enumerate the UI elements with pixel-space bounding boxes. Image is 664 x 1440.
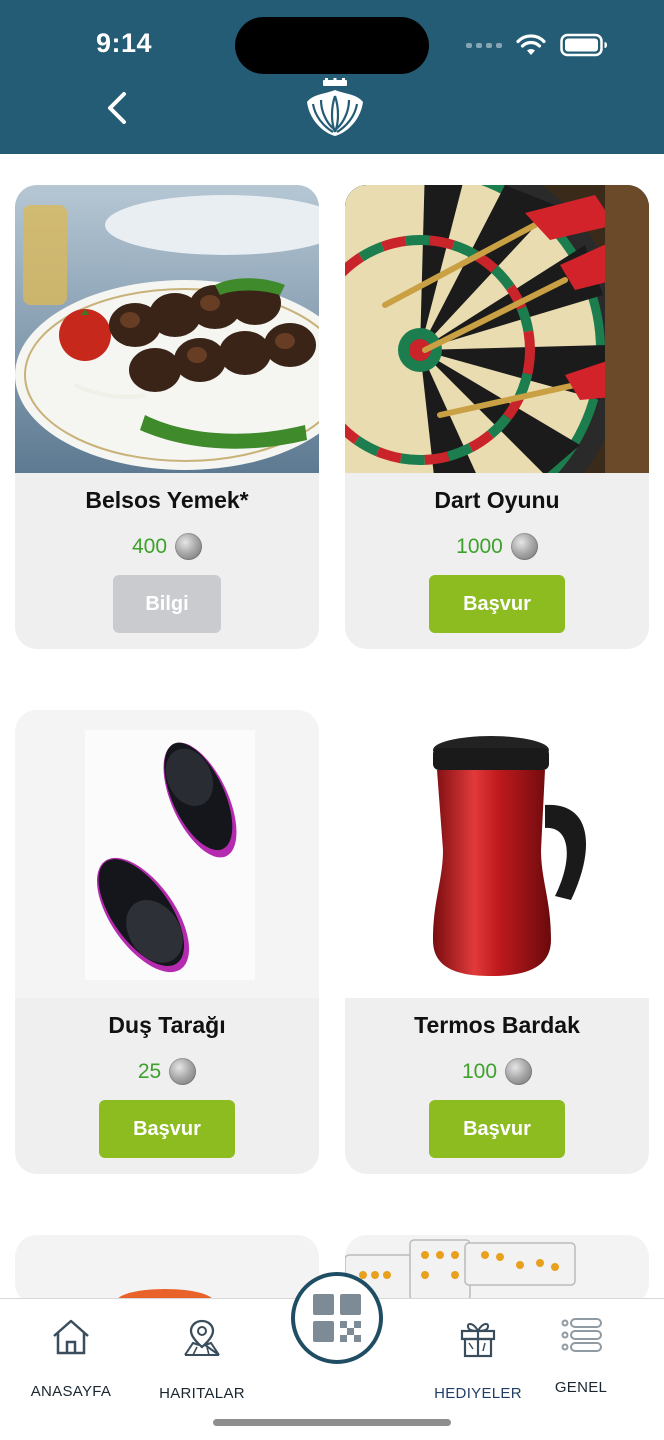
product-title: Duş Tarağı	[108, 1012, 226, 1038]
nav-item-home[interactable]: ANASAYFA	[6, 1317, 136, 1400]
list-icon	[561, 1318, 602, 1352]
product-card[interactable]: Belsos Yemek* 400 Bilgi	[15, 185, 319, 649]
dominoes-image	[345, 1239, 576, 1305]
coin-icon	[169, 1058, 197, 1085]
city-emblem-icon	[307, 78, 363, 136]
home-indicator	[213, 1419, 451, 1426]
gift-icon	[460, 1323, 496, 1358]
status-time: 9:14	[96, 28, 153, 58]
dynamic-island	[235, 17, 429, 74]
home-icon	[53, 1319, 89, 1355]
kebab-plate-image	[15, 185, 319, 473]
apply-button[interactable]: Başvur	[99, 1100, 235, 1158]
app-header: 9:14	[0, 0, 664, 154]
nav-label: HARITALAR	[159, 1385, 245, 1402]
product-title: Dart Oyunu	[434, 487, 560, 513]
dartboard-image	[345, 185, 649, 473]
price-value: 25	[137, 1059, 162, 1083]
product-price: 1000	[345, 533, 649, 560]
product-price: 400	[15, 533, 319, 560]
nav-item-general[interactable]: GENEL	[516, 1317, 646, 1396]
back-button[interactable]	[100, 88, 134, 128]
price-value: 400	[131, 534, 168, 558]
map-icon	[184, 1319, 220, 1356]
coin-icon	[505, 1058, 533, 1085]
chevron-left-icon	[108, 92, 126, 124]
product-card[interactable]: Termos Bardak 100 Başvur	[345, 710, 649, 1174]
product-price: 25	[15, 1058, 319, 1085]
hair-brush-image	[15, 710, 319, 998]
product-title: Belsos Yemek*	[85, 487, 249, 513]
product-price: 100	[345, 1058, 649, 1085]
apply-button[interactable]: Başvur	[429, 575, 565, 633]
product-card-partial[interactable]	[15, 1235, 319, 1305]
product-card[interactable]: Duş Tarağı 25 Başvur	[15, 710, 319, 1174]
qr-code-icon	[313, 1294, 361, 1342]
qr-scan-button[interactable]	[291, 1272, 383, 1364]
battery-icon	[560, 33, 607, 57]
nav-label: GENEL	[554, 1379, 608, 1396]
info-button[interactable]: Bilgi	[113, 575, 221, 633]
partial-product-image	[117, 1289, 213, 1305]
nav-label: ANASAYFA	[30, 1383, 112, 1400]
price-value: 100	[461, 1059, 498, 1083]
product-title: Termos Bardak	[414, 1012, 580, 1038]
status-indicators	[466, 32, 608, 58]
coin-icon	[175, 533, 203, 560]
wifi-icon	[516, 34, 546, 55]
nav-item-maps[interactable]: HARITALAR	[137, 1317, 267, 1402]
apply-button[interactable]: Başvur	[429, 1100, 565, 1158]
coin-icon	[510, 533, 538, 560]
signal-icon	[466, 42, 502, 48]
product-card[interactable]: Dart Oyunu 1000 Başvur	[345, 185, 649, 649]
thermos-mug-image	[345, 710, 649, 998]
price-value: 1000	[456, 534, 503, 558]
product-card-partial[interactable]	[345, 1235, 649, 1305]
